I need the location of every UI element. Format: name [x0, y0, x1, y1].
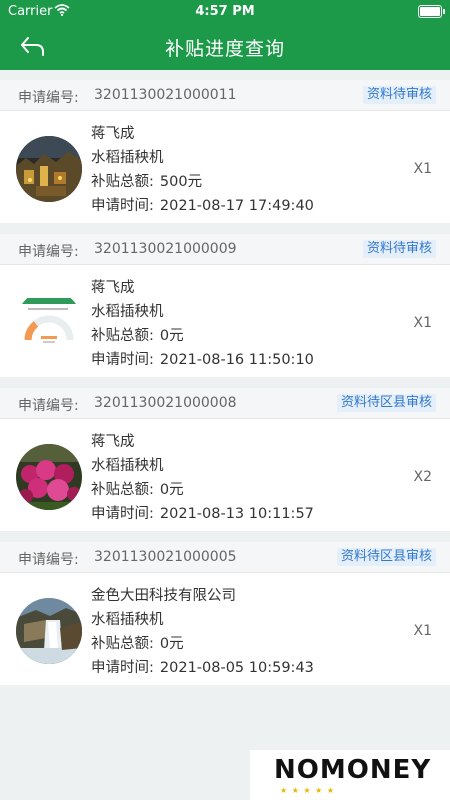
subsidy-label: 补贴总额:	[91, 174, 154, 190]
thumbnail-image	[16, 598, 82, 664]
subsidy-label: 补贴总额:	[91, 636, 154, 652]
apply-time-label: 申请时间:	[91, 506, 154, 522]
application-number-label: 申请编号:	[18, 244, 79, 260]
subsidy-amount-row: 补贴总额: 0元	[91, 324, 184, 345]
quantity: X1	[413, 315, 433, 331]
applicant-name: 蒋飞成	[91, 126, 135, 142]
apply-time-label: 申请时间:	[91, 352, 154, 368]
application-card[interactable]: 申请编号: 3201130021000005 资料待区县审核 金色大田科技有限公…	[0, 542, 450, 685]
subsidy-amount-row: 补贴总额: 500元	[91, 170, 202, 191]
machine-name: 水稻插秧机	[91, 150, 164, 166]
machine-name: 水稻插秧机	[91, 304, 164, 320]
quantity: X1	[413, 623, 433, 639]
quantity: X2	[413, 469, 433, 485]
card-header: 申请编号: 3201130021000008 资料待区县审核	[0, 388, 450, 419]
subsidy-label: 补贴总额:	[91, 482, 154, 498]
subsidy-amount: 500元	[159, 174, 203, 190]
status-bar: Carrier 4:57 PM	[0, 0, 450, 24]
card-body: 蒋飞成 水稻插秧机 补贴总额: 0元 申请时间: 2021-08-16 11:50:…	[0, 265, 450, 377]
apply-time-label: 申请时间:	[91, 198, 154, 214]
apply-time: 2021-08-05 10:59:43	[159, 660, 314, 676]
subsidy-label: 补贴总额:	[91, 328, 154, 344]
apply-time: 2021-08-17 17:49:40	[159, 198, 314, 214]
card-header: 申请编号: 3201130021000011 资料待审核	[0, 80, 450, 111]
apply-time: 2021-08-13 10:11:57	[159, 506, 314, 522]
apply-time-row: 申请时间: 2021-08-13 10:11:57	[91, 502, 314, 523]
thumbnail-image	[16, 136, 82, 202]
applicant-name: 蒋飞成	[91, 434, 135, 450]
apply-time-row: 申请时间: 2021-08-17 17:49:40	[91, 194, 314, 215]
thumbnail-image	[16, 290, 82, 356]
card-header: 申请编号: 3201130021000009 资料待审核	[0, 234, 450, 265]
machine-name: 水稻插秧机	[91, 612, 164, 628]
application-number-label: 申请编号:	[18, 552, 79, 568]
application-number: 3201130021000011	[94, 87, 237, 103]
apply-time-label: 申请时间:	[91, 660, 154, 676]
thumbnail-image	[16, 444, 82, 510]
card-body: 蒋飞成 水稻插秧机 补贴总额: 500元 申请时间: 2021-08-17 17:4…	[0, 111, 450, 223]
star-icon: ★ ★ ★ ★ ★	[280, 786, 336, 795]
subsidy-amount: 0元	[159, 636, 184, 652]
apply-time: 2021-08-16 11:50:10	[159, 352, 314, 368]
application-number: 3201130021000008	[94, 395, 237, 411]
subsidy-amount: 0元	[159, 482, 184, 498]
apply-time-row: 申请时间: 2021-08-16 11:50:10	[91, 348, 314, 369]
application-number: 3201130021000009	[94, 241, 237, 257]
status-badge: 资料待审核	[362, 240, 436, 258]
app-header: Carrier 4:57 PM 补贴进度查询	[0, 0, 450, 70]
status-badge: 资料待区县审核	[336, 548, 436, 566]
subsidy-amount-row: 补贴总额: 0元	[91, 478, 184, 499]
page-title: 补贴进度查询	[164, 38, 285, 60]
application-card[interactable]: 申请编号: 3201130021000011 资料待审核 蒋飞成 水稻插秧机 补…	[0, 80, 450, 223]
application-number-label: 申请编号:	[18, 398, 79, 414]
card-body: 蒋飞成 水稻插秧机 补贴总额: 0元 申请时间: 2021-08-13 10:11:…	[0, 419, 450, 531]
watermark-logo: NOMONEY ★ ★ ★ ★ ★	[250, 750, 450, 800]
battery-icon	[418, 5, 445, 18]
subsidy-amount-row: 补贴总额: 0元	[91, 632, 184, 653]
application-card[interactable]: 申请编号: 3201130021000009 资料待审核 蒋飞成 水稻插秧机 补…	[0, 234, 450, 377]
application-number: 3201130021000005	[94, 549, 237, 565]
application-card[interactable]: 申请编号: 3201130021000008 资料待区县审核 蒋飞成 水稻插秧机…	[0, 388, 450, 531]
machine-name: 水稻插秧机	[91, 458, 164, 474]
status-badge: 资料待区县审核	[336, 394, 436, 412]
apply-time-row: 申请时间: 2021-08-05 10:59:43	[91, 656, 314, 677]
card-header: 申请编号: 3201130021000005 资料待区县审核	[0, 542, 450, 573]
status-badge: 资料待审核	[362, 86, 436, 104]
applicant-name: 蒋飞成	[91, 280, 135, 296]
application-number-label: 申请编号:	[18, 90, 79, 106]
watermark-text: NOMONEY	[274, 755, 432, 785]
status-time: 4:57 PM	[195, 4, 255, 19]
card-body: 金色大田科技有限公司 水稻插秧机 补贴总额: 0元 申请时间: 2021-08-05…	[0, 573, 450, 685]
subsidy-amount: 0元	[159, 328, 184, 344]
quantity: X1	[413, 161, 433, 177]
applicant-name: 金色大田科技有限公司	[91, 588, 236, 604]
